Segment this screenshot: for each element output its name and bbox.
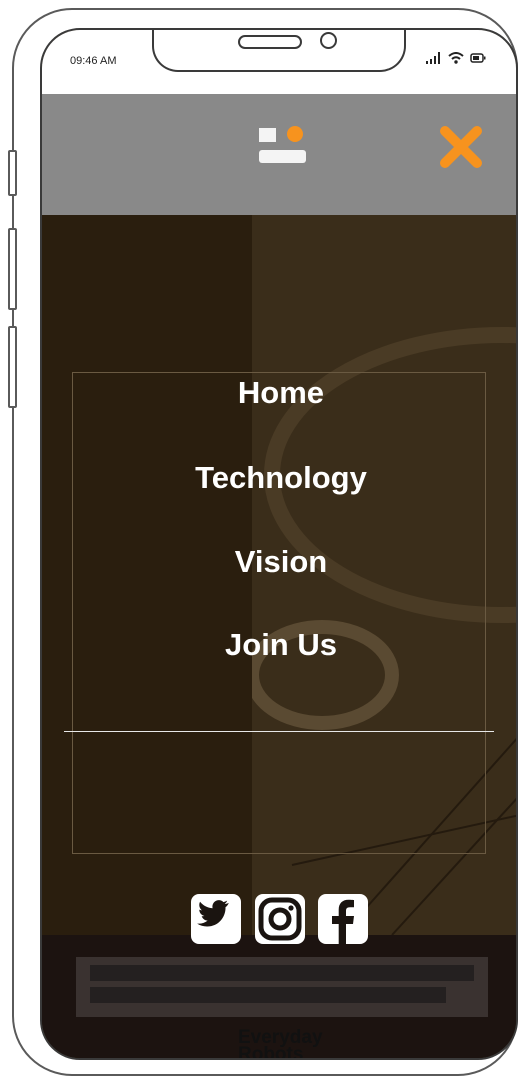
instagram-link[interactable] [254, 893, 306, 945]
status-icons [426, 52, 486, 64]
mute-switch [8, 150, 17, 196]
footer: Everyday Robots [42, 935, 516, 1060]
app-header [42, 94, 516, 215]
status-time: 09:46 AM [70, 55, 117, 67]
speaker-grille [238, 35, 302, 49]
status-bar: 09:46 AM [42, 30, 516, 94]
menu-item-join-us[interactable]: Join Us [42, 627, 516, 663]
volume-down-button [8, 326, 17, 408]
front-camera [320, 32, 337, 49]
close-menu-button[interactable] [438, 124, 484, 170]
banner-line [90, 987, 446, 1003]
close-x-icon [440, 126, 482, 168]
battery-icon [470, 53, 486, 63]
menu-divider [64, 731, 494, 732]
twitter-icon [191, 894, 241, 944]
signal-icon [426, 52, 440, 64]
menu-background: Home Technology Vision Join Us Everyday … [42, 215, 516, 1060]
logo-icon[interactable] [257, 126, 309, 166]
twitter-link[interactable] [190, 893, 242, 945]
brand-line-2: Robots [238, 1044, 304, 1060]
facebook-icon [318, 894, 368, 944]
wifi-icon [448, 52, 464, 64]
facebook-link[interactable] [317, 893, 369, 945]
menu-item-technology[interactable]: Technology [42, 460, 516, 496]
instagram-icon [255, 894, 305, 944]
volume-up-button [8, 228, 17, 310]
footer-banner [76, 957, 488, 1017]
phone-screen: 09:46 AM Home Technology Vision Join Us … [40, 28, 518, 1060]
notch [152, 30, 406, 72]
menu-panel [72, 372, 486, 854]
menu-item-vision[interactable]: Vision [42, 544, 516, 580]
footer-brand[interactable]: Everyday Robots [238, 1028, 323, 1060]
banner-line [90, 965, 474, 981]
menu-item-home[interactable]: Home [42, 375, 516, 411]
